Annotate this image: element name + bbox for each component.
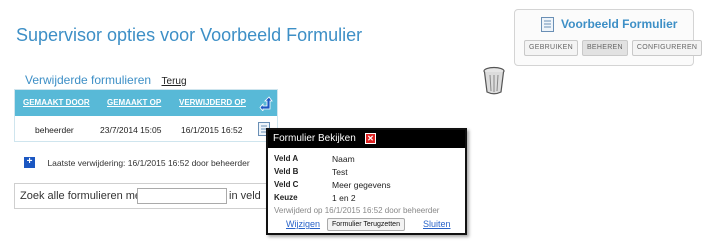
form-panel-header: Voorbeeld Formulier	[541, 16, 691, 34]
field-row: Veld A Naam	[274, 154, 464, 166]
deleted-forms-header: Verwijderde formulieren Terug	[25, 71, 187, 89]
field-row: Keuze 1 en 2	[274, 193, 464, 205]
field-value: 1 en 2	[332, 193, 356, 203]
dialog-actions: Wijzigen Formulier Terugzetten Sluiten	[268, 218, 465, 232]
trash-icon[interactable]	[482, 66, 506, 96]
field-row: Veld B Test	[274, 167, 464, 179]
field-key: Veld C	[274, 180, 299, 189]
table-header: GEMAAKT DOOR GEMAAKT OP VERWIJDERD OP	[15, 90, 277, 116]
cell-made-by: beheerder	[35, 125, 74, 135]
deleted-forms-title: Verwijderde formulieren	[25, 73, 152, 87]
close-link[interactable]: Sluiten	[423, 219, 451, 229]
col-deleted-on[interactable]: VERWIJDERD OP	[179, 98, 246, 107]
back-link[interactable]: Terug	[162, 76, 187, 87]
edit-link[interactable]: Wijzigen	[286, 219, 320, 229]
search-input[interactable]	[137, 188, 227, 204]
field-key: Veld A	[274, 154, 299, 163]
form-panel-title: Voorbeeld Formulier	[561, 17, 678, 31]
restore-form-button[interactable]: Formulier Terugzetten	[327, 218, 405, 231]
search-label: Zoek alle formulieren met	[20, 190, 145, 202]
plus-icon[interactable]: +	[24, 157, 35, 169]
search-form: Zoek alle formulieren met in veld	[14, 183, 279, 209]
cell-made-on: 23/7/2014 15:05	[100, 125, 162, 135]
field-row: Veld C Meer gegevens	[274, 180, 464, 192]
cell-deleted-on: 16/1/2015 16:52	[181, 125, 243, 135]
dialog-header: Formulier Bekijken ✕	[268, 130, 465, 148]
document-icon	[541, 17, 554, 32]
deleted-info: Verwijderd op 16/1/2015 16:52 door behee…	[274, 206, 440, 215]
configureren-button[interactable]: CONFIGUREREN	[631, 40, 703, 56]
gebruiken-button[interactable]: GEBRUIKEN	[524, 40, 578, 56]
sort-arrow-icon[interactable]	[258, 95, 274, 111]
col-made-by[interactable]: GEMAAKT DOOR	[23, 98, 90, 107]
field-key: Veld B	[274, 167, 299, 176]
in-field-label: in veld	[229, 190, 261, 202]
field-value: Naam	[332, 154, 355, 164]
page-title: Supervisor opties voor Voorbeeld Formuli…	[16, 25, 363, 45]
beheren-button[interactable]: BEHEREN	[581, 40, 628, 56]
close-icon[interactable]: ✕	[365, 133, 376, 144]
form-panel: Voorbeeld Formulier GEBRUIKEN BEHEREN CO…	[514, 9, 703, 66]
col-made-on[interactable]: GEMAAKT OP	[107, 98, 161, 107]
field-value: Test	[332, 167, 348, 177]
deleted-forms-table: GEMAAKT DOOR GEMAAKT OP VERWIJDERD OP be…	[14, 89, 278, 142]
view-form-dialog: Formulier Bekijken ✕ Veld A Naam Veld B …	[266, 128, 467, 235]
dialog-title: Formulier Bekijken	[273, 133, 356, 144]
field-key: Keuze	[274, 193, 298, 202]
last-deletion-text: Laatste verwijdering: 16/1/2015 16:52 do…	[47, 157, 250, 168]
field-value: Meer gegevens	[332, 180, 391, 190]
last-deletion-row: + Laatste verwijdering: 16/1/2015 16:52 …	[24, 154, 250, 172]
